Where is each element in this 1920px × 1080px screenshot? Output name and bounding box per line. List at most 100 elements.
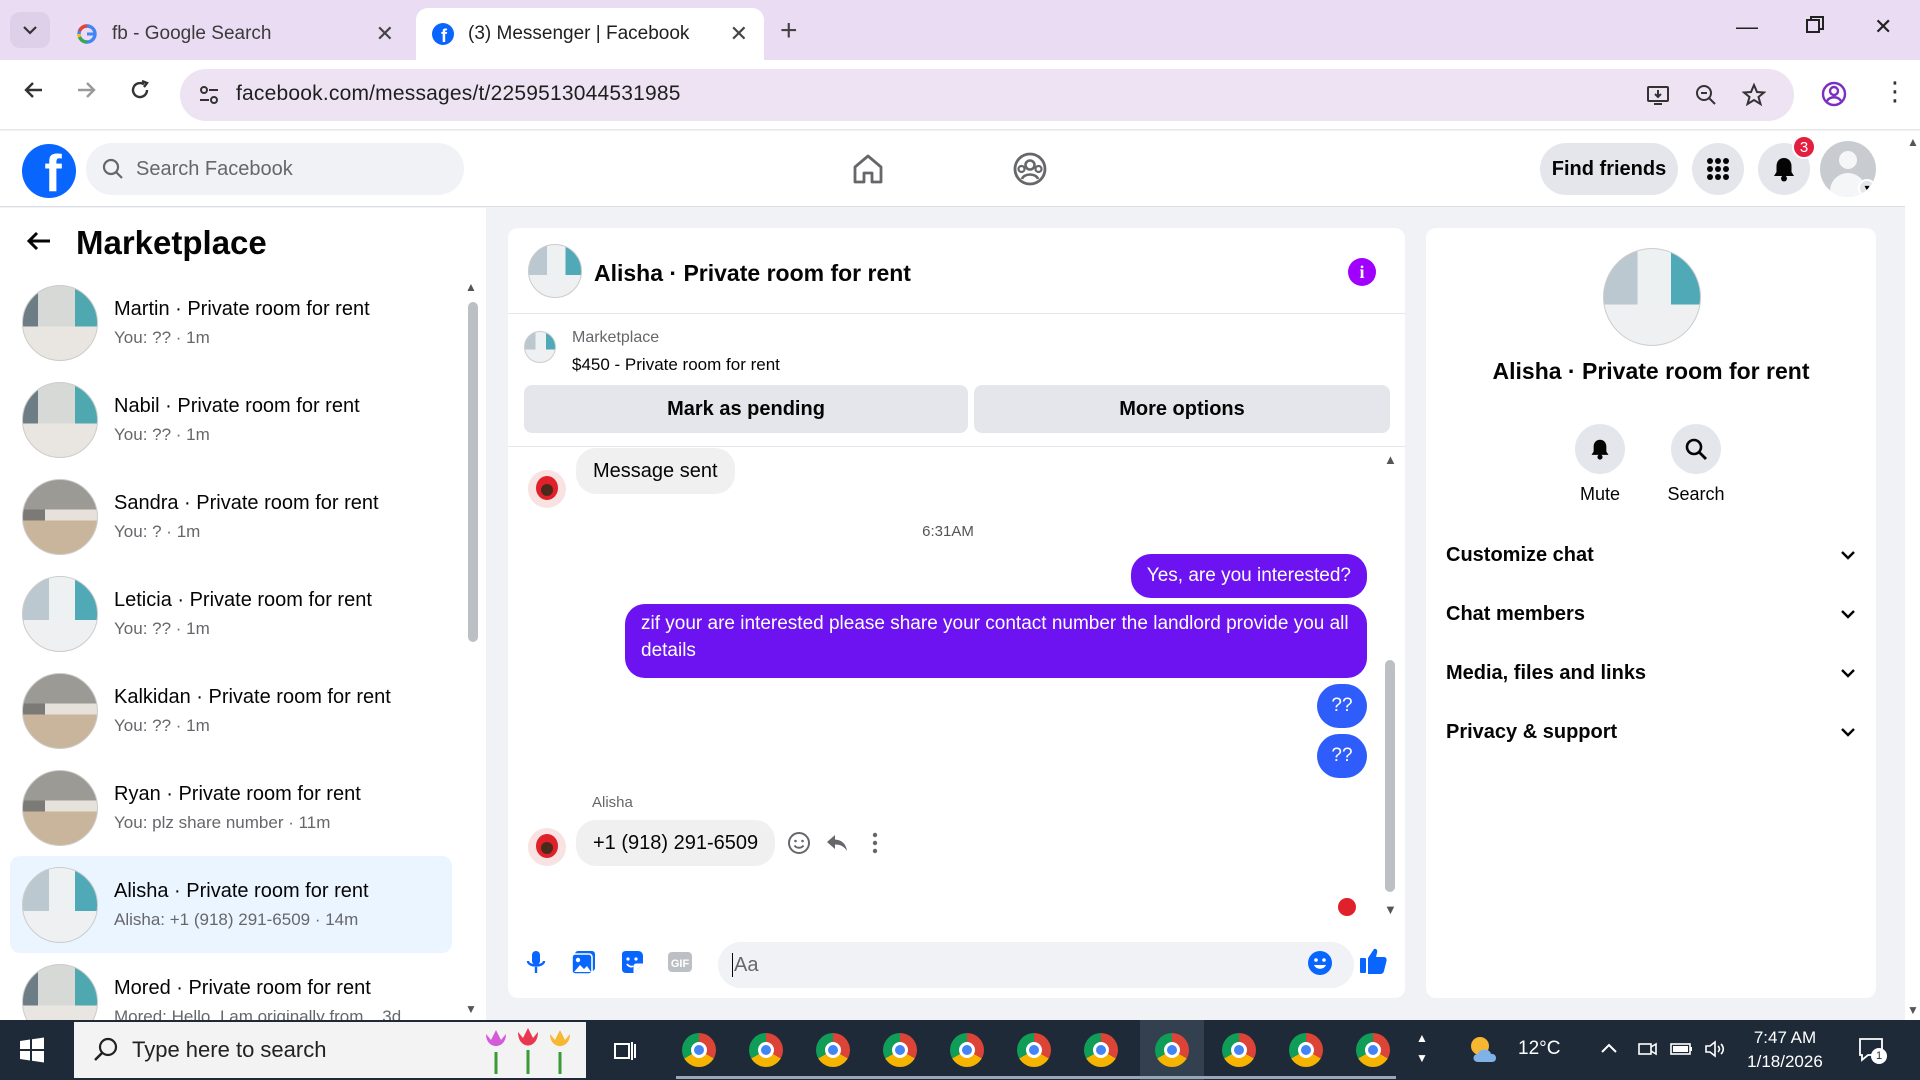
message-outgoing[interactable]: ?? bbox=[1317, 734, 1367, 778]
scroll-down-arrow[interactable]: ▼ bbox=[1384, 902, 1397, 917]
chrome-icon[interactable] bbox=[1289, 1033, 1323, 1067]
conversation-item[interactable]: Nabil · Private room for rent You: ?? · 1… bbox=[10, 371, 452, 468]
weather-icon[interactable] bbox=[1466, 1032, 1506, 1068]
conversation-item-active[interactable]: Alisha · Private room for rent Alisha: +1… bbox=[10, 856, 452, 953]
message-outgoing[interactable]: Yes, are you interested? bbox=[1130, 554, 1367, 598]
back-arrow-icon[interactable] bbox=[26, 226, 52, 260]
chat-scrollbar[interactable]: ▲ ▼ bbox=[1384, 450, 1397, 917]
account-avatar[interactable]: ▾ bbox=[1820, 141, 1876, 197]
tray-expand-icon[interactable] bbox=[1600, 1038, 1618, 1060]
chrome-icon[interactable] bbox=[1017, 1033, 1051, 1067]
reply-icon[interactable] bbox=[824, 830, 850, 856]
clock[interactable]: 7:47 AM 1/18/2026 bbox=[1720, 1026, 1850, 1074]
windows-start-icon[interactable] bbox=[18, 1036, 46, 1064]
conversation-item[interactable]: Leticia · Private room for rent You: ?? ·… bbox=[10, 565, 452, 662]
message-outgoing[interactable]: ?? bbox=[1317, 684, 1367, 728]
photo-icon[interactable] bbox=[570, 948, 598, 976]
facebook-search-input[interactable]: Search Facebook bbox=[86, 143, 464, 195]
chrome-icon[interactable] bbox=[749, 1033, 783, 1067]
forward-arrow-icon[interactable] bbox=[74, 78, 98, 109]
scroll-up-arrow[interactable]: ▲ bbox=[1907, 135, 1919, 149]
chrome-icon[interactable] bbox=[816, 1033, 850, 1067]
chrome-icon[interactable] bbox=[950, 1033, 984, 1067]
sidebar-scrollbar[interactable]: ▲ ▼ bbox=[465, 276, 478, 1016]
privacy-support-row[interactable]: Privacy & support bbox=[1446, 709, 1856, 755]
notification-center-button[interactable]: 1 bbox=[1856, 1034, 1887, 1064]
like-icon[interactable] bbox=[1358, 946, 1388, 976]
close-tab-icon[interactable]: ✕ bbox=[376, 21, 394, 47]
conversation-item[interactable]: Mored · Private room for rent Mored: Hell… bbox=[10, 953, 452, 1020]
message-incoming[interactable]: Message sent bbox=[576, 448, 735, 494]
listing-price[interactable]: $450 - Private room for rent bbox=[572, 355, 780, 375]
media-files-links-row[interactable]: Media, files and links bbox=[1446, 650, 1856, 696]
site-settings-icon[interactable] bbox=[196, 82, 222, 108]
page-scrollbar[interactable]: ▲ ▼ bbox=[1905, 131, 1920, 1020]
chat-avatar[interactable] bbox=[528, 244, 582, 298]
conversation-item[interactable]: Ryan · Private room for rent You: plz sha… bbox=[10, 759, 452, 856]
restore-icon[interactable] bbox=[1806, 14, 1824, 40]
chrome-icon[interactable] bbox=[1222, 1033, 1256, 1067]
scroll-down-arrow[interactable]: ▼ bbox=[465, 1002, 477, 1016]
new-tab-button[interactable]: + bbox=[780, 14, 798, 48]
battery-icon[interactable] bbox=[1670, 1039, 1694, 1059]
temperature-text[interactable]: 12°C bbox=[1518, 1038, 1560, 1060]
groups-icon[interactable] bbox=[1010, 149, 1050, 189]
close-tab-icon[interactable]: ✕ bbox=[730, 21, 748, 47]
mute-button[interactable]: Mute bbox=[1560, 424, 1640, 505]
tab-search-button[interactable] bbox=[10, 12, 50, 48]
zoom-icon[interactable] bbox=[1694, 83, 1718, 107]
search-conversation-button[interactable]: Search bbox=[1656, 424, 1736, 505]
listing-thumbnail[interactable] bbox=[524, 331, 556, 363]
scrollbar-thumb[interactable] bbox=[1385, 660, 1395, 892]
browser-menu-icon[interactable]: ⋮ bbox=[1882, 76, 1908, 107]
back-arrow-icon[interactable] bbox=[22, 78, 46, 109]
message-outgoing[interactable]: zif your are interested please share you… bbox=[625, 604, 1367, 678]
more-options-button[interactable]: More options bbox=[974, 385, 1390, 433]
minimize-icon[interactable]: — bbox=[1736, 14, 1758, 40]
mark-as-pending-button[interactable]: Mark as pending bbox=[524, 385, 968, 433]
profile-icon[interactable] bbox=[1820, 80, 1848, 108]
tab-google-search[interactable]: fb - Google Search ✕ bbox=[60, 8, 410, 60]
smile-react-icon[interactable] bbox=[786, 830, 812, 856]
gif-icon[interactable]: GIF bbox=[666, 948, 694, 976]
chrome-icon[interactable] bbox=[883, 1033, 917, 1067]
chrome-icon[interactable] bbox=[1356, 1033, 1390, 1067]
scroll-up-arrow[interactable]: ▲ bbox=[465, 280, 477, 294]
customize-chat-row[interactable]: Customize chat bbox=[1446, 532, 1856, 578]
chat-title[interactable]: Alisha · Private room for rent bbox=[594, 260, 911, 287]
close-window-icon[interactable]: ✕ bbox=[1874, 14, 1892, 40]
reload-icon[interactable] bbox=[128, 78, 152, 109]
conversation-name: Sandra · Private room for rent bbox=[114, 491, 379, 514]
task-view-icon[interactable] bbox=[612, 1038, 638, 1064]
conversation-item[interactable]: Kalkidan · Private room for rent You: ?? … bbox=[10, 662, 452, 759]
chat-members-row[interactable]: Chat members bbox=[1446, 591, 1856, 637]
menu-grid-button[interactable] bbox=[1692, 143, 1744, 195]
taskbar-search-box[interactable]: Type here to search bbox=[74, 1022, 586, 1078]
scroll-up-arrow[interactable]: ▲ bbox=[1384, 452, 1397, 467]
chrome-icon[interactable] bbox=[1155, 1033, 1189, 1067]
message-timestamp: 6:31AM bbox=[922, 523, 974, 540]
scrollbar-thumb[interactable] bbox=[468, 302, 478, 642]
chrome-icon[interactable] bbox=[1084, 1033, 1118, 1067]
home-icon[interactable] bbox=[848, 149, 888, 189]
meet-now-icon[interactable] bbox=[1636, 1038, 1658, 1060]
find-friends-button[interactable]: Find friends bbox=[1540, 143, 1678, 195]
bookmark-star-icon[interactable] bbox=[1742, 83, 1766, 107]
scroll-down-arrow[interactable]: ▼ bbox=[1907, 1003, 1919, 1017]
profile-avatar[interactable] bbox=[1603, 248, 1701, 346]
facebook-logo[interactable]: f bbox=[22, 144, 76, 198]
address-bar[interactable]: facebook.com/messages/t/2259513044531985 bbox=[180, 69, 1794, 121]
more-icon[interactable] bbox=[862, 830, 888, 856]
info-icon[interactable]: i bbox=[1348, 258, 1376, 286]
mic-icon[interactable] bbox=[522, 948, 550, 976]
emoji-icon[interactable] bbox=[1306, 949, 1334, 977]
sticker-icon[interactable] bbox=[618, 948, 646, 976]
install-app-icon[interactable] bbox=[1646, 83, 1670, 107]
conversation-item[interactable]: Sandra · Private room for rent You: ? · 1… bbox=[10, 468, 452, 565]
message-input[interactable]: Aa bbox=[718, 942, 1354, 988]
taskbar-scroll-arrows[interactable]: ▲ ▼ bbox=[1416, 1028, 1428, 1068]
tab-messenger[interactable]: f (3) Messenger | Facebook ✕ bbox=[416, 8, 764, 60]
conversation-item[interactable]: Martin · Private room for rent You: ?? · … bbox=[10, 274, 452, 371]
chrome-icon[interactable] bbox=[682, 1033, 716, 1067]
message-incoming[interactable]: +1 (918) 291-6509 bbox=[576, 820, 776, 866]
